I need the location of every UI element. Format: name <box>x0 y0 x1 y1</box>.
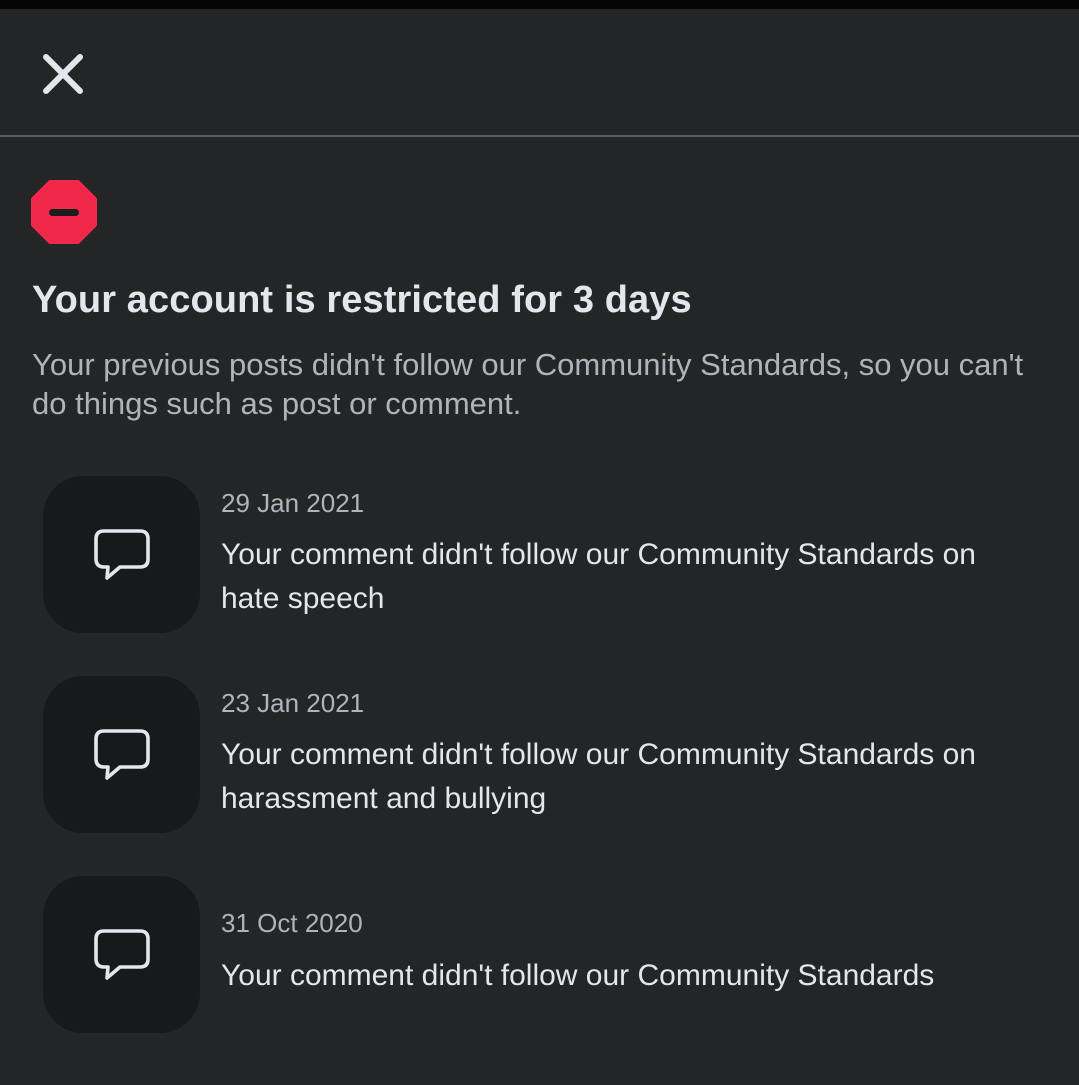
header-divider <box>0 135 1079 137</box>
comment-icon <box>93 728 150 780</box>
page-title: Your account is restricted for 3 days <box>32 279 692 321</box>
violation-item[interactable]: 29 Jan 2021 Your comment didn't follow o… <box>43 476 1043 634</box>
close-button[interactable] <box>36 47 90 101</box>
violation-date: 23 Jan 2021 <box>221 688 365 718</box>
violation-date: 29 Jan 2021 <box>221 488 365 518</box>
violation-text: Your comment didn't follow our Community… <box>221 538 976 615</box>
violation-item[interactable]: 31 Oct 2020 Your comment didn't follow o… <box>43 876 1043 1034</box>
comment-icon <box>93 528 150 580</box>
close-icon <box>43 54 83 94</box>
restriction-description: Your previous posts didn't follow our Co… <box>32 347 1024 421</box>
violation-date: 31 Oct 2020 <box>221 908 363 938</box>
violation-icon-box <box>43 676 200 833</box>
violation-item[interactable]: 23 Jan 2021 Your comment didn't follow o… <box>43 676 1043 834</box>
violation-text: Your comment didn't follow our Community… <box>221 738 976 815</box>
violation-icon-box <box>43 476 200 633</box>
comment-icon <box>93 928 150 980</box>
status-bar-strip <box>0 0 1079 9</box>
restricted-icon <box>31 180 97 244</box>
violation-icon-box <box>43 876 200 1033</box>
header-bar <box>0 9 1079 136</box>
violation-text: Your comment didn't follow our Community… <box>221 959 935 992</box>
